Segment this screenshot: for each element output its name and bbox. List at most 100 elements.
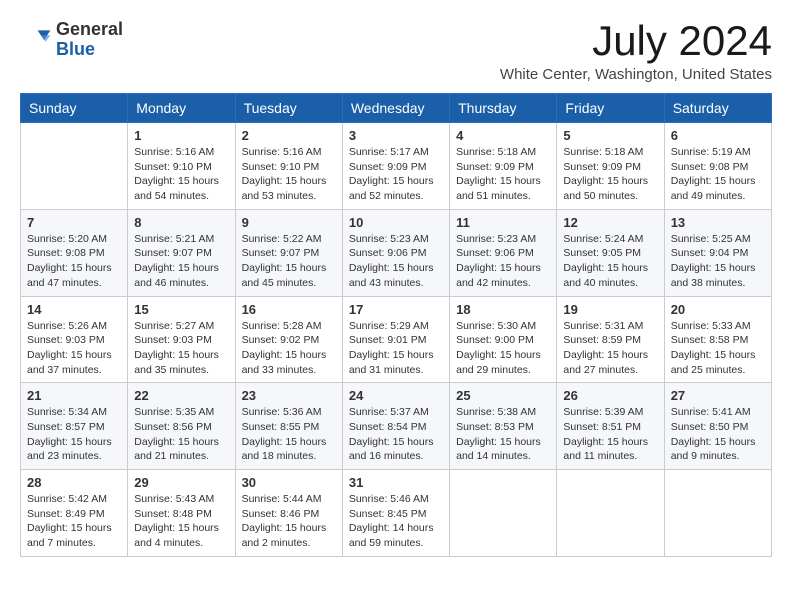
calendar-cell: 3 Sunrise: 5:17 AM Sunset: 9:09 PM Daylig… — [342, 123, 449, 210]
day-number: 16 — [242, 302, 336, 317]
calendar-cell: 27Sunrise: 5:41 AM Sunset: 8:50 PM Dayli… — [664, 383, 771, 470]
calendar-cell: 4 Sunrise: 5:18 AM Sunset: 9:09 PM Daylig… — [450, 123, 557, 210]
calendar-cell — [664, 470, 771, 557]
day-number: 31 — [349, 475, 443, 490]
day-info: Sunrise: 5:37 AM Sunset: 8:54 PM Dayligh… — [349, 405, 443, 464]
day-info: Sunrise: 5:34 AM Sunset: 8:57 PM Dayligh… — [27, 405, 121, 464]
day-info: Sunrise: 5:35 AM Sunset: 8:56 PM Dayligh… — [134, 405, 228, 464]
calendar-cell: 2 Sunrise: 5:16 AM Sunset: 9:10 PM Daylig… — [235, 123, 342, 210]
day-number: 18 — [456, 302, 550, 317]
day-number: 15 — [134, 302, 228, 317]
calendar-cell: 16Sunrise: 5:28 AM Sunset: 9:02 PM Dayli… — [235, 296, 342, 383]
day-info: Sunrise: 5:46 AM Sunset: 8:45 PM Dayligh… — [349, 492, 443, 551]
day-number: 26 — [563, 388, 657, 403]
calendar-cell — [450, 470, 557, 557]
day-info: Sunrise: 5:44 AM Sunset: 8:46 PM Dayligh… — [242, 492, 336, 551]
day-number: 9 — [242, 215, 336, 230]
calendar-cell: 1 Sunrise: 5:16 AM Sunset: 9:10 PM Daylig… — [128, 123, 235, 210]
calendar-cell: 30 Sunrise: 5:44 AM Sunset: 8:46 PM Dayli… — [235, 470, 342, 557]
day-number: 14 — [27, 302, 121, 317]
day-number: 11 — [456, 215, 550, 230]
calendar-cell: 11 Sunrise: 5:23 AM Sunset: 9:06 PM Dayli… — [450, 209, 557, 296]
calendar-cell: 12Sunrise: 5:24 AM Sunset: 9:05 PM Dayli… — [557, 209, 664, 296]
day-info: Sunrise: 5:16 AM Sunset: 9:10 PM Dayligh… — [134, 145, 228, 204]
calendar-week-3: 21 Sunrise: 5:34 AM Sunset: 8:57 PM Dayli… — [21, 383, 772, 470]
day-number: 10 — [349, 215, 443, 230]
day-number: 17 — [349, 302, 443, 317]
day-number: 2 — [242, 128, 336, 143]
calendar-cell: 8 Sunrise: 5:21 AM Sunset: 9:07 PM Daylig… — [128, 209, 235, 296]
day-number: 6 — [671, 128, 765, 143]
day-number: 27 — [671, 388, 765, 403]
day-number: 19 — [563, 302, 657, 317]
calendar-cell: 20Sunrise: 5:33 AM Sunset: 8:58 PM Dayli… — [664, 296, 771, 383]
calendar-cell: 25Sunrise: 5:38 AM Sunset: 8:53 PM Dayli… — [450, 383, 557, 470]
day-number: 29 — [134, 475, 228, 490]
day-number: 3 — [349, 128, 443, 143]
title-area: July 2024 White Center, Washington, Unit… — [500, 20, 772, 83]
day-info: Sunrise: 5:25 AM Sunset: 9:04 PM Dayligh… — [671, 232, 765, 291]
day-info: Sunrise: 5:23 AM Sunset: 9:06 PM Dayligh… — [349, 232, 443, 291]
calendar-week-2: 14Sunrise: 5:26 AM Sunset: 9:03 PM Dayli… — [21, 296, 772, 383]
calendar-cell — [557, 470, 664, 557]
calendar-cell: 31 Sunrise: 5:46 AM Sunset: 8:45 PM Dayli… — [342, 470, 449, 557]
calendar-cell: 21 Sunrise: 5:34 AM Sunset: 8:57 PM Dayli… — [21, 383, 128, 470]
day-number: 30 — [242, 475, 336, 490]
day-number: 4 — [456, 128, 550, 143]
header-sunday: Sunday — [21, 94, 128, 123]
location-title: White Center, Washington, United States — [500, 66, 772, 83]
calendar-cell: 17 Sunrise: 5:29 AM Sunset: 9:01 PM Dayli… — [342, 296, 449, 383]
logo-text: General Blue — [56, 20, 123, 60]
day-number: 28 — [27, 475, 121, 490]
day-number: 23 — [242, 388, 336, 403]
header-friday: Friday — [557, 94, 664, 123]
day-info: Sunrise: 5:36 AM Sunset: 8:55 PM Dayligh… — [242, 405, 336, 464]
day-info: Sunrise: 5:18 AM Sunset: 9:09 PM Dayligh… — [563, 145, 657, 204]
header-saturday: Saturday — [664, 94, 771, 123]
day-number: 1 — [134, 128, 228, 143]
day-info: Sunrise: 5:30 AM Sunset: 9:00 PM Dayligh… — [456, 319, 550, 378]
calendar-cell: 22Sunrise: 5:35 AM Sunset: 8:56 PM Dayli… — [128, 383, 235, 470]
calendar-cell: 26 Sunrise: 5:39 AM Sunset: 8:51 PM Dayli… — [557, 383, 664, 470]
calendar-week-4: 28Sunrise: 5:42 AM Sunset: 8:49 PM Dayli… — [21, 470, 772, 557]
day-info: Sunrise: 5:22 AM Sunset: 9:07 PM Dayligh… — [242, 232, 336, 291]
day-info: Sunrise: 5:39 AM Sunset: 8:51 PM Dayligh… — [563, 405, 657, 464]
day-info: Sunrise: 5:29 AM Sunset: 9:01 PM Dayligh… — [349, 319, 443, 378]
day-info: Sunrise: 5:16 AM Sunset: 9:10 PM Dayligh… — [242, 145, 336, 204]
calendar-week-0: 1 Sunrise: 5:16 AM Sunset: 9:10 PM Daylig… — [21, 123, 772, 210]
calendar-cell: 10 Sunrise: 5:23 AM Sunset: 9:06 PM Dayli… — [342, 209, 449, 296]
calendar-cell: 9 Sunrise: 5:22 AM Sunset: 9:07 PM Daylig… — [235, 209, 342, 296]
day-number: 5 — [563, 128, 657, 143]
calendar-cell — [21, 123, 128, 210]
calendar-cell: 29Sunrise: 5:43 AM Sunset: 8:48 PM Dayli… — [128, 470, 235, 557]
calendar-cell: 15 Sunrise: 5:27 AM Sunset: 9:03 PM Dayli… — [128, 296, 235, 383]
calendar-cell: 19 Sunrise: 5:31 AM Sunset: 8:59 PM Dayli… — [557, 296, 664, 383]
day-info: Sunrise: 5:38 AM Sunset: 8:53 PM Dayligh… — [456, 405, 550, 464]
day-number: 20 — [671, 302, 765, 317]
calendar-cell: 14Sunrise: 5:26 AM Sunset: 9:03 PM Dayli… — [21, 296, 128, 383]
header-monday: Monday — [128, 94, 235, 123]
day-number: 8 — [134, 215, 228, 230]
calendar-cell: 6 Sunrise: 5:19 AM Sunset: 9:08 PM Daylig… — [664, 123, 771, 210]
header-thursday: Thursday — [450, 94, 557, 123]
calendar-cell: 28Sunrise: 5:42 AM Sunset: 8:49 PM Dayli… — [21, 470, 128, 557]
calendar-cell: 13Sunrise: 5:25 AM Sunset: 9:04 PM Dayli… — [664, 209, 771, 296]
day-info: Sunrise: 5:21 AM Sunset: 9:07 PM Dayligh… — [134, 232, 228, 291]
day-info: Sunrise: 5:27 AM Sunset: 9:03 PM Dayligh… — [134, 319, 228, 378]
day-number: 24 — [349, 388, 443, 403]
logo: General Blue — [20, 20, 123, 60]
day-number: 7 — [27, 215, 121, 230]
day-number: 21 — [27, 388, 121, 403]
logo-icon — [20, 24, 52, 56]
calendar-cell: 5 Sunrise: 5:18 AM Sunset: 9:09 PM Daylig… — [557, 123, 664, 210]
day-info: Sunrise: 5:18 AM Sunset: 9:09 PM Dayligh… — [456, 145, 550, 204]
calendar-cell: 18 Sunrise: 5:30 AM Sunset: 9:00 PM Dayli… — [450, 296, 557, 383]
day-info: Sunrise: 5:31 AM Sunset: 8:59 PM Dayligh… — [563, 319, 657, 378]
calendar-cell: 24 Sunrise: 5:37 AM Sunset: 8:54 PM Dayli… — [342, 383, 449, 470]
calendar-cell: 7Sunrise: 5:20 AM Sunset: 9:08 PM Daylig… — [21, 209, 128, 296]
header-tuesday: Tuesday — [235, 94, 342, 123]
day-info: Sunrise: 5:23 AM Sunset: 9:06 PM Dayligh… — [456, 232, 550, 291]
day-info: Sunrise: 5:19 AM Sunset: 9:08 PM Dayligh… — [671, 145, 765, 204]
day-info: Sunrise: 5:17 AM Sunset: 9:09 PM Dayligh… — [349, 145, 443, 204]
month-title: July 2024 — [500, 20, 772, 62]
